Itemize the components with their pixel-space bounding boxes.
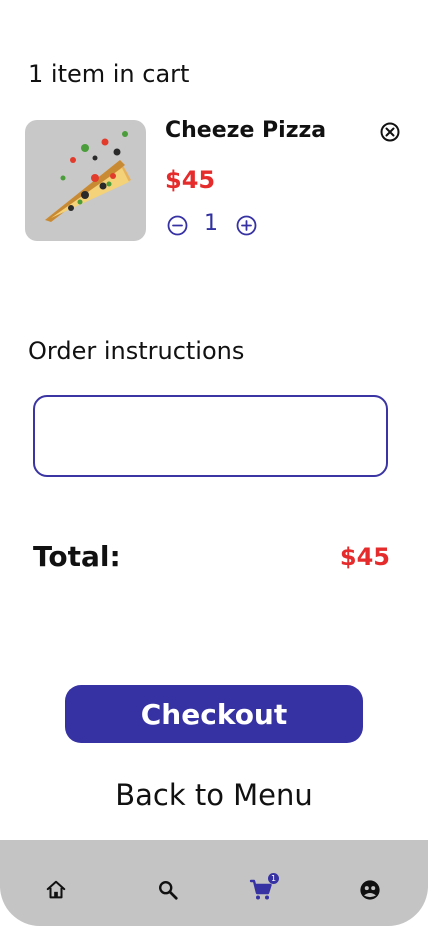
quantity-value: 1 xyxy=(204,211,218,236)
total-label: Total: xyxy=(33,540,121,573)
nav-home-button[interactable] xyxy=(44,880,68,904)
back-to-menu-link[interactable]: Back to Menu xyxy=(0,778,428,812)
product-name: Cheeze Pizza xyxy=(165,118,327,143)
bottom-navigation: 1 xyxy=(0,840,428,926)
close-circle-icon xyxy=(380,122,400,146)
decrease-quantity-button[interactable] xyxy=(166,215,188,240)
cart-screen: 1 item in cart Cheeze Pizza $45 1 Order … xyxy=(0,0,428,926)
order-instructions-label: Order instructions xyxy=(28,337,245,365)
profile-icon xyxy=(359,879,381,905)
search-icon xyxy=(157,879,179,905)
cart-badge: 1 xyxy=(268,873,279,884)
checkout-button[interactable]: Checkout xyxy=(65,685,363,743)
nav-profile-button[interactable] xyxy=(358,880,382,904)
remove-item-button[interactable] xyxy=(379,122,401,146)
increase-quantity-button[interactable] xyxy=(235,215,257,240)
order-instructions-input[interactable] xyxy=(33,395,388,477)
nav-cart-button[interactable] xyxy=(249,879,273,904)
plus-circle-icon xyxy=(236,215,257,240)
pizza-image xyxy=(25,120,146,241)
cart-count-heading: 1 item in cart xyxy=(28,60,190,88)
home-icon xyxy=(45,879,67,905)
nav-search-button[interactable] xyxy=(156,880,180,904)
total-value: $45 xyxy=(339,543,390,571)
minus-circle-icon xyxy=(167,215,188,240)
product-price: $45 xyxy=(165,166,216,194)
